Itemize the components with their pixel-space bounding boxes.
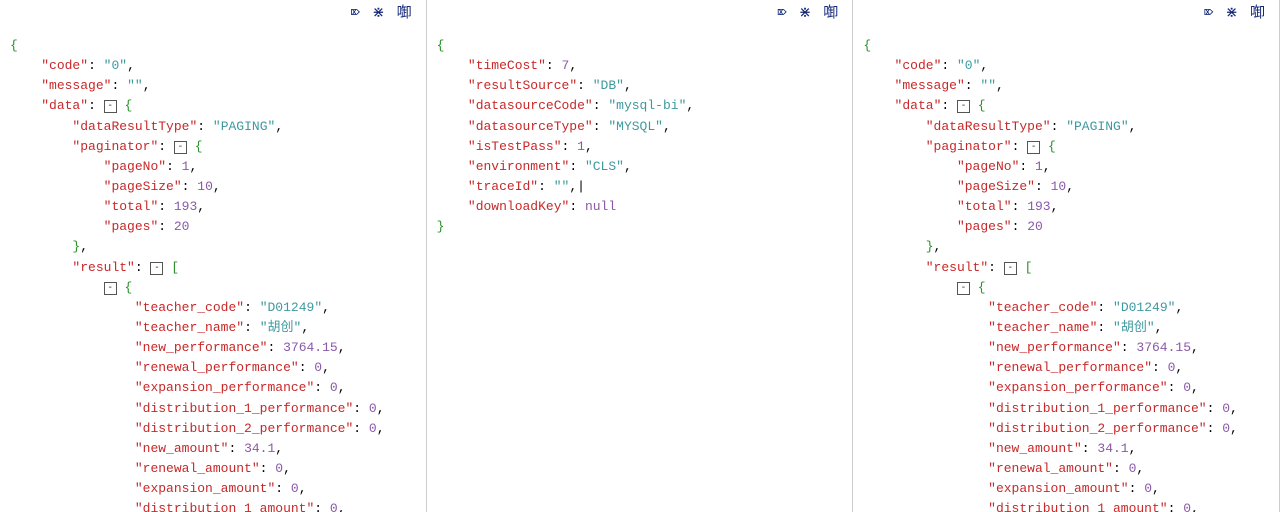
- json-viewer-panel-3: ⌦ ⋇ 啣 { "code": "0", "message": "", "dat…: [853, 0, 1280, 512]
- spark-icon[interactable]: ⋇: [799, 6, 812, 21]
- cjk-icon[interactable]: 啣: [1250, 6, 1265, 21]
- collapse-icon[interactable]: -: [1004, 262, 1017, 275]
- toolbar: ⌦ ⋇ 啣: [778, 6, 839, 21]
- json-body[interactable]: { "code": "0", "message": "", "data": - …: [10, 36, 422, 512]
- cjk-icon[interactable]: 啣: [823, 6, 838, 21]
- collapse-icon[interactable]: -: [104, 282, 117, 295]
- spark-icon[interactable]: ⋇: [1225, 6, 1238, 21]
- spark-icon[interactable]: ⋇: [372, 6, 385, 21]
- collapse-icon[interactable]: -: [174, 141, 187, 154]
- brush-icon[interactable]: ⌦: [351, 6, 360, 21]
- collapse-icon[interactable]: -: [1027, 141, 1040, 154]
- collapse-icon[interactable]: -: [104, 100, 117, 113]
- toolbar: ⌦ ⋇ 啣: [351, 6, 412, 21]
- toolbar: ⌦ ⋇ 啣: [1204, 6, 1265, 21]
- collapse-icon[interactable]: -: [150, 262, 163, 275]
- brush-icon[interactable]: ⌦: [778, 6, 787, 21]
- text-cursor: |: [577, 179, 585, 194]
- collapse-icon[interactable]: -: [957, 100, 970, 113]
- json-body[interactable]: { "timeCost": 7, "resultSource": "DB", "…: [437, 36, 849, 512]
- json-body[interactable]: { "code": "0", "message": "", "data": - …: [863, 36, 1275, 512]
- json-viewer-panel-1: ⌦ ⋇ 啣 { "code": "0", "message": "", "dat…: [0, 0, 427, 512]
- cjk-icon[interactable]: 啣: [397, 6, 412, 21]
- json-viewer-panel-2: ⌦ ⋇ 啣 { "timeCost": 7, "resultSource": "…: [427, 0, 854, 512]
- brush-icon[interactable]: ⌦: [1204, 6, 1213, 21]
- collapse-icon[interactable]: -: [957, 282, 970, 295]
